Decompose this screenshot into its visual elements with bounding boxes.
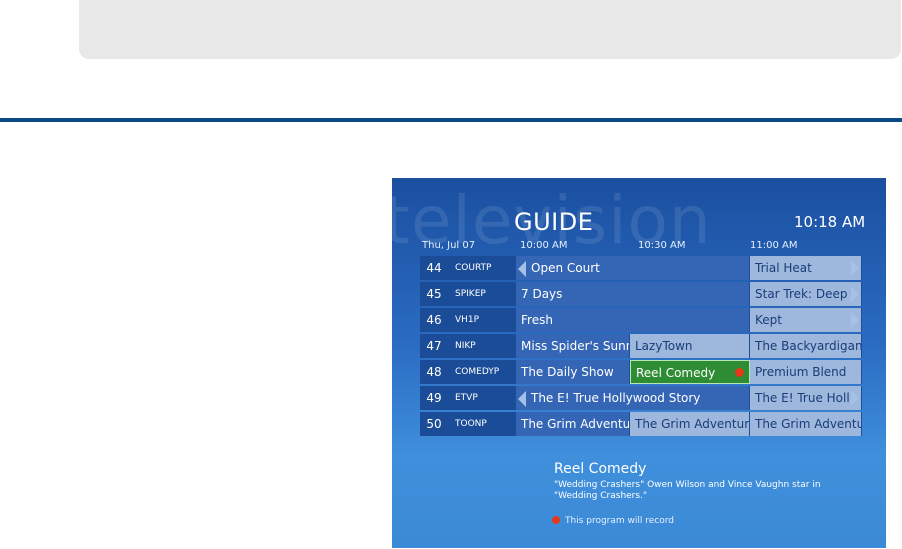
program-title: The Grim Adventures xyxy=(635,417,750,431)
channel-number: 49 xyxy=(420,386,448,410)
program-title: The E! True Holl xyxy=(755,391,850,405)
channel-row[interactable]: 46 VH1P Fresh Kept xyxy=(420,308,868,332)
program-title: Open Court xyxy=(531,261,600,275)
right-arrow-icon xyxy=(851,260,859,276)
record-icon xyxy=(552,516,560,524)
program-title: The Backyardigans xyxy=(755,339,862,353)
program-cell[interactable]: The Backyardigans xyxy=(750,334,862,358)
program-cell[interactable]: 7 Days xyxy=(516,282,750,306)
channel-row[interactable]: 50 TOONP The Grim Adventures The Grim Ad… xyxy=(420,412,868,436)
left-arrow-icon xyxy=(518,390,526,407)
program-info-description: "Wedding Crashers" Owen Wilson and Vince… xyxy=(554,480,821,501)
program-title: Reel Comedy xyxy=(636,366,716,380)
program-cell[interactable]: The Grim Adventures xyxy=(750,412,862,436)
channel-row[interactable]: 48 COMEDYP The Daily Show Reel Comedy Pr… xyxy=(420,360,868,384)
left-arrow-icon xyxy=(518,260,526,277)
program-title: The Daily Show xyxy=(521,365,614,379)
channel-number: 44 xyxy=(420,256,448,280)
time-label-1030: 10:30 AM xyxy=(638,240,686,251)
divider xyxy=(0,118,902,122)
program-info-title: Reel Comedy xyxy=(554,461,647,477)
program-title: Fresh xyxy=(521,313,553,327)
channel-row[interactable]: 49 ETVP The E! True Hollywood Story The … xyxy=(420,386,868,410)
program-cell[interactable]: The E! True Holl xyxy=(750,386,862,410)
program-title: Kept xyxy=(755,313,782,327)
program-cell[interactable]: Open Court xyxy=(516,256,750,280)
program-cell[interactable]: Trial Heat xyxy=(750,256,862,280)
program-title: Trial Heat xyxy=(755,261,812,275)
record-icon xyxy=(735,368,744,377)
program-title: Miss Spider's Sunny xyxy=(521,339,630,353)
channel-row[interactable]: 45 SPIKEP 7 Days Star Trek: Deep xyxy=(420,282,868,306)
program-title: Premium Blend xyxy=(755,365,847,379)
channel-row[interactable]: 44 COURTP Open Court Trial Heat xyxy=(420,256,868,280)
program-cell[interactable]: Star Trek: Deep xyxy=(750,282,862,306)
tv-guide-screenshot: television GUIDE 10:18 AM Thu, Jul 07 10… xyxy=(392,178,886,548)
channel-number: 48 xyxy=(420,360,448,384)
channel-row[interactable]: 47 NIKP Miss Spider's Sunny LazyTown The… xyxy=(420,334,868,358)
program-title: The E! True Hollywood Story xyxy=(531,391,701,405)
program-cell[interactable]: The Daily Show xyxy=(516,360,630,384)
search-bar[interactable] xyxy=(79,0,901,59)
program-cell[interactable]: Miss Spider's Sunny xyxy=(516,334,630,358)
program-cell[interactable]: The E! True Hollywood Story xyxy=(516,386,750,410)
right-arrow-icon xyxy=(851,390,859,406)
time-label-1000: 10:00 AM xyxy=(520,240,568,251)
program-cell-selected[interactable]: Reel Comedy xyxy=(630,360,750,384)
program-cell[interactable]: The Grim Adventures xyxy=(516,412,630,436)
right-arrow-icon xyxy=(851,286,859,302)
record-note: This program will record xyxy=(552,516,674,526)
guide-title: GUIDE xyxy=(514,208,594,236)
channel-number: 46 xyxy=(420,308,448,332)
program-cell[interactable]: Premium Blend xyxy=(750,360,862,384)
right-arrow-icon xyxy=(851,312,859,328)
record-note-text: This program will record xyxy=(565,516,675,526)
time-label-1100: 11:00 AM xyxy=(750,240,798,251)
program-title: Star Trek: Deep xyxy=(755,287,848,301)
channel-number: 50 xyxy=(420,412,448,436)
program-title: LazyTown xyxy=(635,339,693,353)
program-cell[interactable]: The Grim Adventures xyxy=(630,412,750,436)
program-title: 7 Days xyxy=(521,287,563,301)
program-cell[interactable]: Kept xyxy=(750,308,862,332)
program-cell[interactable]: LazyTown xyxy=(630,334,750,358)
date-label: Thu, Jul 07 xyxy=(422,240,476,251)
clock: 10:18 AM xyxy=(794,213,866,231)
channel-number: 47 xyxy=(420,334,448,358)
channel-number: 45 xyxy=(420,282,448,306)
program-title: The Grim Adventures xyxy=(521,417,630,431)
program-title: The Grim Adventures xyxy=(755,417,861,431)
program-cell[interactable]: Fresh xyxy=(516,308,750,332)
